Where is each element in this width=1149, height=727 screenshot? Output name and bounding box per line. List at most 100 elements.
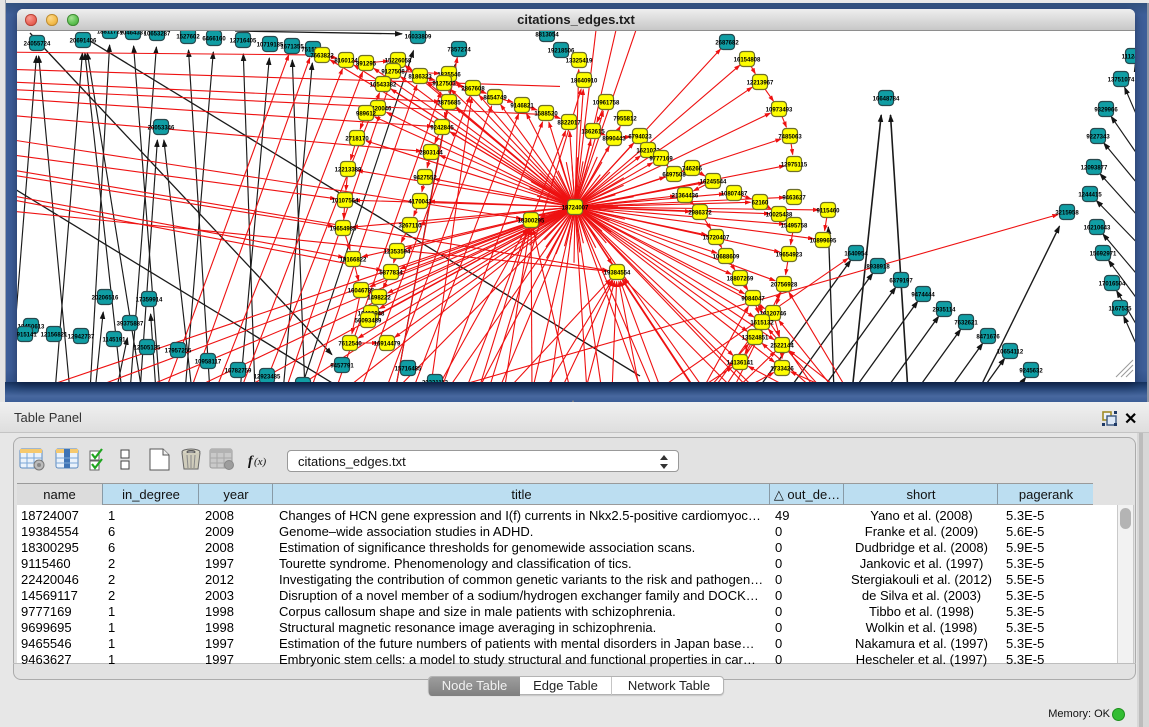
svg-text:20053346: 20053346 [148, 125, 175, 131]
svg-text:6466160: 6466160 [202, 36, 226, 42]
svg-text:10654112: 10654112 [997, 349, 1024, 355]
svg-text:18807269: 18807269 [727, 276, 754, 282]
svg-text:16245544: 16245544 [700, 179, 727, 185]
svg-text:1733426: 1733426 [770, 366, 794, 372]
svg-text:10973493: 10973493 [766, 107, 793, 113]
svg-text:16914479: 16914479 [374, 341, 401, 347]
svg-text:3267110: 3267110 [398, 223, 422, 229]
svg-text:9084047: 9084047 [741, 296, 765, 302]
svg-text:2803144: 2803144 [419, 150, 443, 156]
svg-text:14136141: 14136141 [727, 360, 754, 366]
svg-text:10688609: 10688609 [713, 254, 740, 260]
svg-text:16648784: 16648784 [873, 96, 900, 102]
svg-text:10899695: 10899695 [810, 238, 837, 244]
svg-text:7663822: 7663822 [310, 53, 334, 59]
svg-text:8322017: 8322017 [557, 120, 581, 126]
svg-text:17359914: 17359914 [136, 297, 163, 303]
svg-text:17957255: 17957255 [165, 348, 192, 354]
svg-text:13524851: 13524851 [742, 335, 769, 341]
svg-text:16154808: 16154808 [734, 57, 761, 63]
svg-text:12975115: 12975115 [781, 162, 808, 168]
svg-text:9463627: 9463627 [782, 195, 806, 201]
svg-text:56093489: 56093489 [355, 318, 382, 324]
svg-text:15692971: 15692971 [1090, 251, 1117, 257]
svg-text:6379197: 6379197 [889, 278, 913, 284]
svg-text:6497508: 6497508 [662, 172, 686, 178]
svg-text:19384554: 19384554 [604, 270, 631, 276]
svg-text:20206516: 20206516 [92, 295, 119, 301]
svg-text:1244415: 1244415 [1078, 192, 1102, 198]
svg-text:18724007: 18724007 [562, 205, 589, 211]
svg-text:1112413: 1112413 [1122, 54, 1135, 60]
svg-text:1167535: 1167535 [1108, 306, 1132, 312]
svg-text:10807487: 10807487 [721, 191, 748, 197]
svg-text:15495758: 15495758 [781, 223, 808, 229]
svg-text:39375887: 39375887 [117, 321, 144, 327]
svg-text:16210643: 16210643 [1084, 225, 1111, 231]
svg-text:2687682: 2687682 [715, 40, 739, 46]
svg-text:16543382: 16543382 [370, 82, 397, 88]
svg-text:19654923: 19654923 [776, 252, 803, 258]
svg-text:9245632: 9245632 [1019, 368, 1043, 374]
svg-text:12716405: 12716405 [230, 38, 257, 44]
svg-text:891295: 891295 [356, 61, 377, 67]
svg-text:19166822: 19166822 [340, 257, 367, 263]
svg-text:9115460: 9115460 [816, 208, 840, 214]
svg-text:3215958: 3215958 [1055, 210, 1079, 216]
svg-text:8990443: 8990443 [602, 136, 626, 142]
svg-text:7955812: 7955812 [613, 116, 637, 122]
svg-text:16033809: 16033809 [405, 34, 432, 40]
svg-text:10107564: 10107564 [332, 198, 359, 204]
svg-text:2935114: 2935114 [932, 307, 956, 313]
svg-text:9127508: 9127508 [381, 69, 405, 75]
svg-text:18300295: 18300295 [518, 218, 545, 224]
svg-text:4170041: 4170041 [408, 199, 432, 205]
svg-text:7612540: 7612540 [338, 341, 362, 347]
svg-text:8471676: 8471676 [976, 334, 1000, 340]
svg-text:1640954: 1640954 [844, 251, 868, 257]
svg-text:9777169: 9777169 [649, 156, 673, 162]
svg-text:62160: 62160 [752, 200, 769, 206]
svg-text:20691406: 20691406 [70, 38, 97, 44]
svg-text:10653287: 10653287 [144, 31, 171, 37]
svg-text:2867608: 2867608 [461, 86, 485, 92]
svg-text:9227343: 9227343 [1086, 134, 1110, 140]
svg-text:16782759: 16782759 [225, 368, 252, 374]
svg-text:9427552: 9427552 [413, 175, 437, 181]
svg-text:2718170: 2718170 [345, 136, 369, 142]
svg-text:9474444: 9474444 [911, 292, 935, 298]
svg-text:17016504: 17016504 [1099, 281, 1126, 287]
svg-text:12942737: 12942737 [68, 334, 95, 340]
svg-text:12213389: 12213389 [335, 167, 362, 173]
svg-text:1615132: 1615132 [750, 320, 774, 326]
svg-text:12353594: 12353594 [384, 249, 411, 255]
svg-text:9242845: 9242845 [430, 125, 454, 131]
svg-text:19654985: 19654985 [330, 226, 357, 232]
svg-text:6794023: 6794023 [628, 134, 652, 140]
svg-text:12156821: 12156821 [41, 332, 68, 338]
svg-text:15720407: 15720407 [703, 235, 730, 241]
svg-text:19218506: 19218506 [548, 48, 575, 54]
svg-text:8186323: 8186323 [408, 74, 432, 80]
svg-text:7485063: 7485063 [778, 134, 802, 140]
svg-text:12213967: 12213967 [747, 80, 774, 86]
svg-text:12505135: 12505135 [134, 345, 161, 351]
svg-text:8160124: 8160124 [334, 58, 358, 64]
svg-text:9329966: 9329966 [1094, 107, 1118, 113]
svg-text:2522144: 2522144 [770, 343, 794, 349]
svg-text:(x): (x) [254, 456, 267, 468]
svg-text:2986372: 2986372 [688, 210, 712, 216]
svg-text:18640910: 18640910 [571, 78, 598, 84]
svg-text:5877834: 5877834 [379, 270, 403, 276]
svg-text:3915141: 3915141 [17, 332, 37, 338]
svg-text:24055724: 24055724 [24, 41, 51, 47]
svg-text:12093877: 12093877 [1081, 165, 1108, 171]
svg-text:20231112: 20231112 [422, 380, 449, 382]
svg-text:7632621: 7632621 [954, 320, 978, 326]
svg-text:1498222: 1498222 [367, 295, 391, 301]
svg-text:989612: 989612 [356, 111, 377, 117]
svg-text:1527602: 1527602 [176, 34, 200, 40]
svg-text:21364436: 21364436 [672, 193, 699, 199]
svg-text:1588520: 1588520 [534, 111, 558, 117]
svg-text:12923485: 12923485 [254, 374, 281, 380]
